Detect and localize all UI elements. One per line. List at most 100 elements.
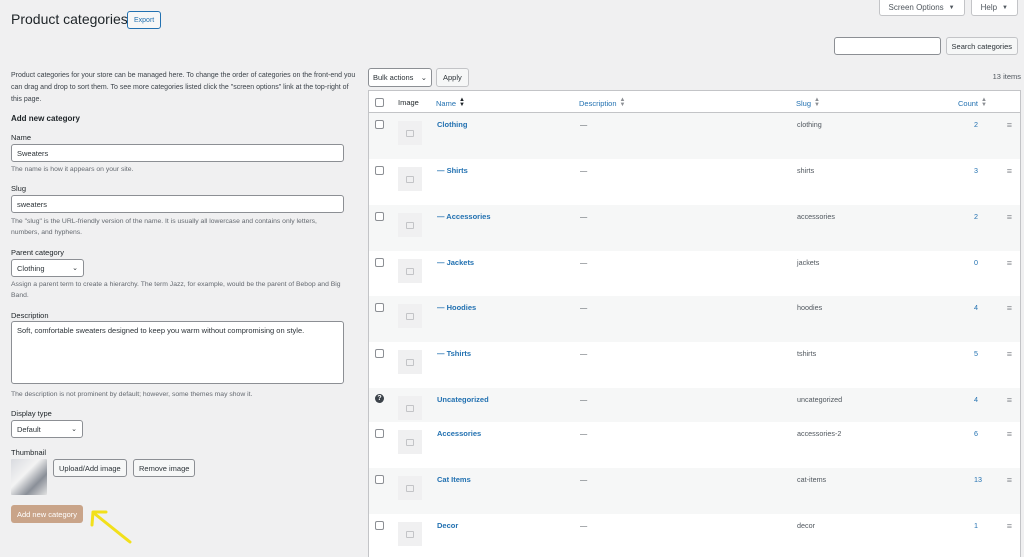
- name-field[interactable]: Sweaters: [11, 144, 344, 162]
- bulk-actions-label: Bulk actions: [373, 73, 414, 82]
- slug-field[interactable]: sweaters: [11, 195, 344, 213]
- remove-image-button[interactable]: Remove image: [133, 459, 196, 477]
- row-checkbox[interactable]: [375, 521, 384, 530]
- drag-handle-icon[interactable]: ≡: [1007, 259, 1012, 268]
- category-name-link[interactable]: Cat Items: [437, 475, 471, 484]
- help-button[interactable]: Help ▼: [970, 0, 1018, 16]
- category-description: —: [580, 258, 588, 267]
- category-count-link[interactable]: 1: [974, 521, 978, 530]
- caret-down-icon: ▼: [948, 4, 955, 11]
- row-checkbox[interactable]: [375, 212, 384, 221]
- category-name-link[interactable]: — Hoodies: [437, 303, 476, 312]
- column-count-label: Count: [958, 98, 979, 108]
- table-row: Cat Items — cat-items 13 ≡: [369, 468, 1020, 514]
- slug-help: The "slug" is the URL-friendly version o…: [11, 218, 317, 236]
- slug-label: Slug: [11, 184, 27, 193]
- category-description: —: [580, 349, 588, 358]
- drag-handle-icon[interactable]: ≡: [1007, 350, 1012, 359]
- category-count-link[interactable]: 0: [974, 258, 978, 267]
- drag-handle-icon[interactable]: ≡: [1007, 396, 1012, 405]
- drag-handle-icon[interactable]: ≡: [1007, 213, 1012, 222]
- category-image-placeholder: [398, 430, 422, 454]
- category-count-link[interactable]: 6: [974, 429, 978, 438]
- column-count[interactable]: Count ▲ ▼: [958, 97, 987, 108]
- default-category-info-icon[interactable]: ?: [375, 394, 384, 403]
- category-count-link[interactable]: 4: [974, 303, 978, 312]
- drag-handle-icon[interactable]: ≡: [1007, 430, 1012, 439]
- help-label: Help: [980, 3, 998, 12]
- category-image-placeholder: [398, 213, 422, 237]
- category-count-link[interactable]: 2: [974, 212, 978, 221]
- category-name-link[interactable]: — Accessories: [437, 212, 491, 221]
- drag-handle-icon[interactable]: ≡: [1007, 167, 1012, 176]
- description-label: Description: [11, 311, 49, 320]
- category-count-link[interactable]: 2: [974, 120, 978, 129]
- category-description: —: [580, 212, 588, 221]
- category-count-link[interactable]: 4: [974, 395, 978, 404]
- chevron-down-icon: ⌄: [420, 73, 427, 82]
- thumbnail-preview: [11, 459, 47, 495]
- table-row: Decor — decor 1 ≡: [369, 514, 1020, 557]
- category-count-link[interactable]: 3: [974, 166, 978, 175]
- row-checkbox[interactable]: [375, 303, 384, 312]
- image-placeholder-icon: [406, 129, 414, 137]
- chevron-down-icon: ⌄: [72, 265, 78, 272]
- category-name-link[interactable]: — Tshirts: [437, 349, 471, 358]
- category-description: —: [580, 521, 588, 530]
- category-description: —: [580, 395, 588, 404]
- drag-handle-icon[interactable]: ≡: [1007, 522, 1012, 531]
- row-checkbox[interactable]: [375, 349, 384, 358]
- drag-handle-icon[interactable]: ≡: [1007, 304, 1012, 313]
- intro-text: Product categories for your store can be…: [11, 72, 356, 103]
- table-nav: Bulk actions ⌄ Apply 13 items: [368, 68, 1021, 88]
- sort-icon: ▲ ▼: [981, 97, 987, 108]
- search-categories-button[interactable]: Search categories: [945, 37, 1018, 55]
- category-count-link[interactable]: 13: [974, 475, 982, 484]
- category-name-link[interactable]: Uncategorized: [437, 395, 489, 404]
- column-description[interactable]: Description ▲ ▼: [579, 97, 625, 108]
- display-type-select[interactable]: Default ⌄: [11, 420, 83, 438]
- row-checkbox[interactable]: [375, 429, 384, 438]
- category-name-link[interactable]: Accessories: [437, 429, 481, 438]
- bulk-actions-select[interactable]: Bulk actions ⌄: [368, 68, 432, 87]
- category-name-link[interactable]: Clothing: [437, 120, 467, 129]
- image-placeholder-icon: [406, 175, 414, 183]
- row-checkbox[interactable]: [375, 166, 384, 175]
- search-input[interactable]: [833, 37, 941, 55]
- row-checkbox[interactable]: [375, 475, 384, 484]
- screen-options-label: Screen Options: [888, 3, 944, 12]
- apply-button[interactable]: Apply: [436, 68, 469, 87]
- column-slug[interactable]: Slug ▲ ▼: [796, 97, 820, 108]
- category-name-link[interactable]: Decor: [437, 521, 458, 530]
- description-field[interactable]: Soft, comfortable sweaters designed to k…: [11, 321, 344, 384]
- column-name[interactable]: Name ▲ ▼: [436, 97, 465, 108]
- image-placeholder-icon: [406, 312, 414, 320]
- parent-category-select[interactable]: Clothing ⌄: [11, 259, 84, 277]
- upload-image-button[interactable]: Upload/Add image: [53, 459, 127, 477]
- category-description: —: [580, 475, 588, 484]
- drag-handle-icon[interactable]: ≡: [1007, 121, 1012, 130]
- category-description: —: [580, 303, 588, 312]
- category-name-link[interactable]: — Shirts: [437, 166, 468, 175]
- add-new-category-button[interactable]: Add new category: [11, 505, 84, 523]
- category-image-placeholder: [398, 259, 422, 283]
- category-count-link[interactable]: 5: [974, 349, 978, 358]
- caret-down-icon: ▼: [1002, 4, 1008, 11]
- display-type-value: Default: [17, 424, 41, 434]
- category-name-link[interactable]: — Jackets: [437, 258, 474, 267]
- column-description-label: Description: [579, 98, 617, 108]
- screen-options-button[interactable]: Screen Options ▼: [878, 0, 965, 16]
- export-button[interactable]: Export: [127, 11, 162, 29]
- row-checkbox[interactable]: [375, 120, 384, 129]
- category-slug: accessories-2: [797, 429, 842, 438]
- screen-meta: Screen Options ▼ Help ▼: [878, 0, 1018, 16]
- row-checkbox[interactable]: [375, 258, 384, 267]
- category-slug: uncategorized: [797, 395, 843, 404]
- category-slug: accessories: [797, 212, 835, 221]
- category-image-placeholder: [398, 350, 422, 374]
- parent-category-help: Assign a parent term to create a hierarc…: [11, 281, 341, 299]
- category-slug: cat-items: [797, 475, 827, 484]
- drag-handle-icon[interactable]: ≡: [1007, 476, 1012, 485]
- image-placeholder-icon: [406, 484, 414, 492]
- select-all-checkbox[interactable]: [375, 98, 384, 107]
